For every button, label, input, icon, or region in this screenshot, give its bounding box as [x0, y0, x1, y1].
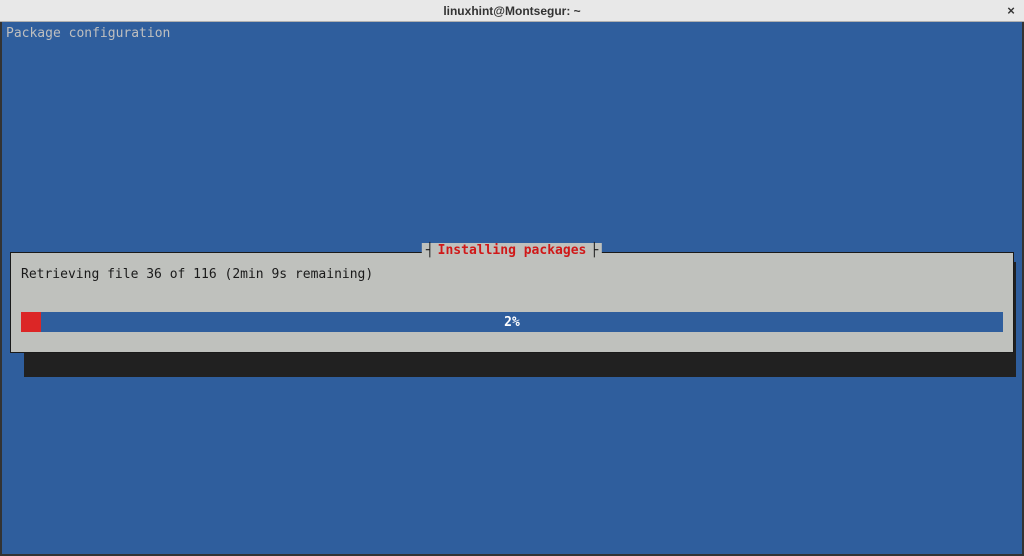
- window-titlebar[interactable]: linuxhint@Montsegur: ~ ×: [0, 0, 1024, 22]
- dialog-container: ┤ Installing packages ├ Retrieving file …: [10, 252, 1014, 353]
- close-icon[interactable]: ×: [1004, 4, 1018, 18]
- dialog-title: Installing packages: [438, 243, 587, 258]
- dialog-title-wrap: ┤ Installing packages ├: [422, 243, 602, 258]
- window-title: linuxhint@Montsegur: ~: [443, 4, 580, 18]
- page-title: Package configuration: [6, 26, 170, 41]
- progress-bar: 2%: [21, 312, 1003, 332]
- status-text: Retrieving file 36 of 116 (2min 9s remai…: [21, 267, 1003, 282]
- install-dialog: ┤ Installing packages ├ Retrieving file …: [10, 252, 1014, 353]
- progress-label: 2%: [504, 315, 520, 330]
- progress-fill: [21, 312, 41, 332]
- title-deco-left: ┤: [426, 243, 434, 258]
- app-window: linuxhint@Montsegur: ~ × Package configu…: [0, 0, 1024, 556]
- title-deco-right: ├: [590, 243, 598, 258]
- terminal-screen: Package configuration ┤ Installing packa…: [0, 22, 1024, 556]
